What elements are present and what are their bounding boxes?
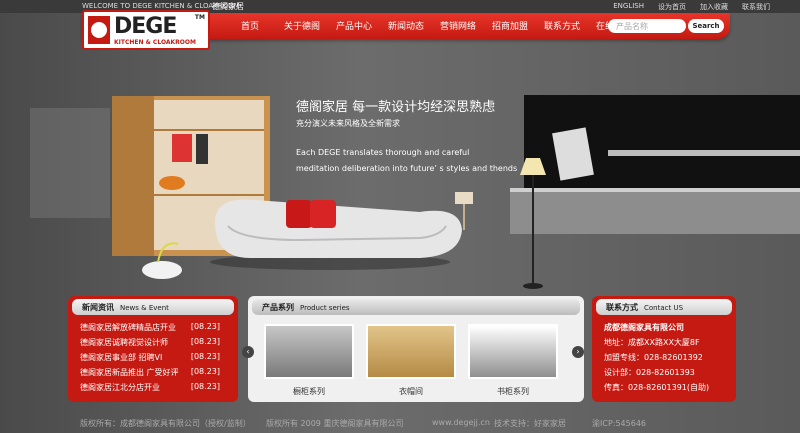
contact-box: 联系方式 Contact US 成都德阁家具有限公司 地址：成都XX路XX大厦8F… [592, 296, 736, 402]
product-thumb-cloakroom[interactable] [366, 324, 456, 379]
faded-closet [30, 108, 110, 218]
contact-title-en: Contact US [644, 304, 684, 312]
list-item[interactable]: 德阁家居江北分店开业 [08.23] [80, 382, 220, 397]
prev-arrow-icon[interactable]: ‹ [242, 346, 254, 358]
list-item[interactable]: 德阁家居新品推出 广受好评 [08.23] [80, 367, 220, 382]
hero-en-line1: Each DEGE translates thorough and carefu… [296, 148, 470, 157]
hero-en-line2: meditation deliberation into future’ s s… [296, 164, 518, 173]
news-box: 新闻资讯 News & Event 德阁家居解放碑精品店开业 [08.23] 德阁家… [68, 296, 238, 402]
hero-subtitle: 充分演义未来风格及全新需求 [296, 119, 400, 128]
footer-site[interactable]: www.degejj.cn [432, 418, 490, 427]
product-caption-cloakroom[interactable]: 衣帽间 [366, 386, 456, 397]
hero-title: 德阁家居 每一款设计均经深思熟虑 [296, 100, 496, 115]
contact-info: 成都德阁家具有限公司 地址：成都XX路XX大厦8F 加盟专线：028-82601… [604, 322, 709, 397]
footer-tech: 技术支持：好家家居 [494, 419, 566, 428]
contact-fax: 传真：028-82601391(自助) [604, 383, 710, 392]
next-arrow-icon[interactable]: › [572, 346, 584, 358]
footer-icp: 渝ICP:545646 [592, 419, 647, 428]
list-item[interactable]: 德阁家居事业部 招聘VI [08.23] [80, 352, 220, 367]
products-title: 产品系列 [262, 303, 294, 312]
footer-left: 版权所有：成都德阁家具有限公司（授权/监制） [80, 419, 251, 428]
news-header: 新闻资讯 News & Event [72, 299, 234, 315]
products-title-en: Product series [300, 304, 350, 312]
news-title: 新闻资讯 [82, 303, 114, 312]
contact-company: 成都德阁家具有限公司 [604, 323, 684, 332]
products-header: 产品系列 Product series [252, 299, 580, 315]
list-item[interactable]: 德阁家居解放碑精品店开业 [08.23] [80, 322, 220, 337]
contact-designer: 设计部：028-82601393 [604, 368, 695, 377]
product-caption-kitchen[interactable]: 橱柜系列 [264, 386, 354, 397]
contact-title: 联系方式 [606, 303, 638, 312]
news-title-en: News & Event [120, 304, 169, 312]
contact-address: 地址：成都XX路XX大厦8F [604, 338, 700, 347]
list-item[interactable]: 德阁家居诚聘视觉设计师 [08.23] [80, 337, 220, 352]
news-list: 德阁家居解放碑精品店开业 [08.23] 德阁家居诚聘视觉设计师 [08.23] 德… [80, 322, 220, 397]
sofa-image [210, 199, 462, 270]
contact-hotline: 加盟专线：028-82601392 [604, 353, 703, 362]
product-thumb-kitchen[interactable] [264, 324, 354, 379]
product-caption-bookcase[interactable]: 书柜系列 [468, 386, 558, 397]
contact-header: 联系方式 Contact US [596, 299, 732, 315]
products-box: 产品系列 Product series ‹ 橱柜系列 衣帽间 书柜系列 › [242, 296, 584, 402]
footer-middle: 版权所有 2009 重庆德阁家具有限公司 [266, 419, 404, 428]
kitchen-image [510, 95, 800, 234]
product-thumb-bookcase[interactable] [468, 324, 558, 379]
